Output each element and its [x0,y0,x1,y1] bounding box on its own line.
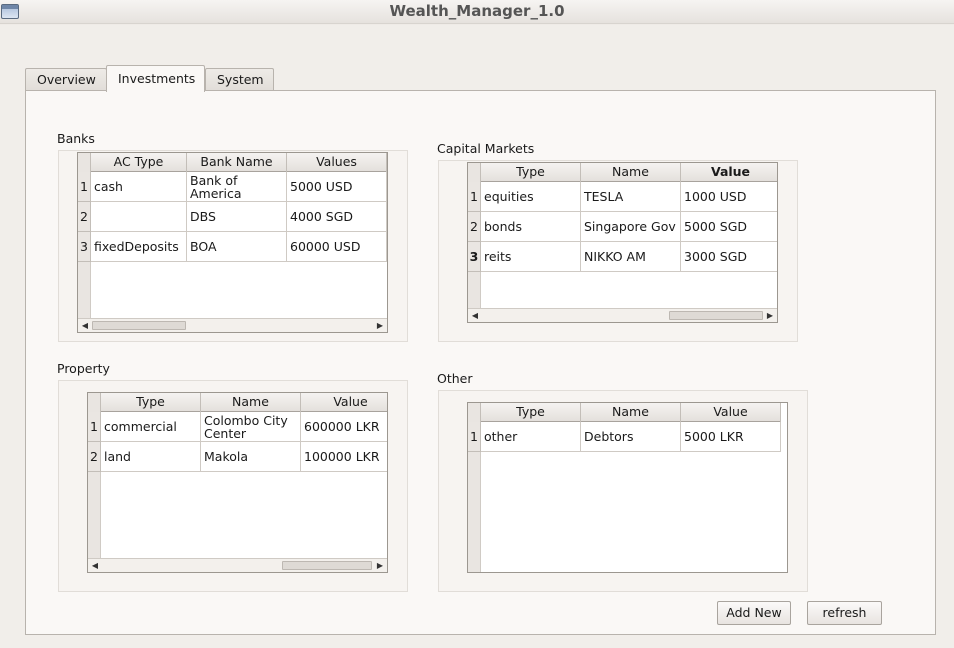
cm-col-name[interactable]: Name [581,163,681,182]
table-cell[interactable]: NIKKO AM [581,242,681,272]
property-table[interactable]: Type Name Value 1 commercial Colombo Cit… [87,392,388,573]
row-number[interactable]: 1 [88,412,101,442]
capital-markets-table[interactable]: Type Name Value 1 equities TESLA 1000 US… [467,162,778,323]
row-number[interactable]: 3 [78,232,91,262]
table-cell[interactable]: 5000 SGD [681,212,777,242]
window-titlebar: Wealth_Manager_1.0 [0,0,954,24]
arrow-right-icon[interactable]: ▶ [373,559,387,572]
other-table[interactable]: Type Name Value 1 other Debtors 5000 LKR [467,402,788,573]
property-col-name[interactable]: Name [201,393,301,412]
property-col-value[interactable]: Value [301,393,387,412]
arrow-left-icon[interactable]: ◀ [78,319,92,332]
other-col-type[interactable]: Type [481,403,581,422]
table-cell[interactable]: Debtors [581,422,681,452]
property-hscrollbar[interactable]: ◀ ▶ [88,558,387,572]
scroll-thumb[interactable] [282,561,372,570]
table-cell[interactable]: Bank of America [187,172,287,202]
table-cell[interactable]: Colombo City Center [201,412,301,442]
arrow-right-icon[interactable]: ▶ [373,319,387,332]
table-cell[interactable]: 60000 USD [287,232,387,262]
tab-system[interactable]: System [205,68,274,91]
table-cell[interactable]: 100000 LKR [301,442,387,472]
table-cell[interactable]: equities [481,182,581,212]
table-row[interactable]: 1 commercial Colombo City Center 600000 … [88,412,387,442]
table-cell[interactable]: bonds [481,212,581,242]
row-number[interactable]: 2 [78,202,91,232]
other-col-name[interactable]: Name [581,403,681,422]
table-cell[interactable]: land [101,442,201,472]
banks-col-values[interactable]: Values [287,153,387,172]
scroll-thumb[interactable] [669,311,763,320]
window-title: Wealth_Manager_1.0 [389,2,565,20]
tab-investments[interactable]: Investments [106,65,205,92]
table-cell[interactable]: 600000 LKR [301,412,387,442]
table-cell[interactable]: 3000 SGD [681,242,777,272]
table-row[interactable]: 1 equities TESLA 1000 USD [468,182,777,212]
table-cell[interactable]: 4000 SGD [287,202,387,232]
table-row[interactable]: 1 other Debtors 5000 LKR [468,422,781,452]
table-cell[interactable]: fixedDeposits [91,232,187,262]
property-col-type[interactable]: Type [101,393,201,412]
table-cell[interactable]: Singapore Gov [581,212,681,242]
table-cell[interactable]: cash [91,172,187,202]
other-col-value[interactable]: Value [681,403,781,422]
row-number[interactable]: 1 [78,172,91,202]
banks-hscrollbar[interactable]: ◀ ▶ [78,318,387,332]
table-cell[interactable]: 5000 LKR [681,422,781,452]
tab-overview[interactable]: Overview [25,68,107,91]
banks-label: Banks [57,131,95,146]
cm-col-type[interactable]: Type [481,163,581,182]
cm-col-value[interactable]: Value [681,163,777,182]
table-row[interactable]: 2 bonds Singapore Gov 5000 SGD [468,212,777,242]
table-cell[interactable]: TESLA [581,182,681,212]
table-cell[interactable]: DBS [187,202,287,232]
add-new-button[interactable]: Add New [717,601,791,625]
table-cell[interactable]: commercial [101,412,201,442]
table-cell[interactable]: other [481,422,581,452]
row-number[interactable]: 2 [88,442,101,472]
table-cell[interactable]: 5000 USD [287,172,387,202]
table-row[interactable]: 3 reits NIKKO AM 3000 SGD [468,242,777,272]
scroll-thumb[interactable] [92,321,186,330]
banks-col-bankname[interactable]: Bank Name [187,153,287,172]
table-row[interactable]: 2 DBS 4000 SGD [78,202,387,232]
banks-table[interactable]: AC Type Bank Name Values 1 cash Bank of … [77,152,388,333]
banks-col-actype[interactable]: AC Type [91,153,187,172]
row-number[interactable]: 2 [468,212,481,242]
table-row[interactable]: 1 cash Bank of America 5000 USD [78,172,387,202]
table-cell[interactable] [91,202,187,232]
table-cell[interactable]: Makola [201,442,301,472]
table-cell[interactable]: 1000 USD [681,182,777,212]
table-cell[interactable]: reits [481,242,581,272]
other-label: Other [437,371,473,386]
row-number[interactable]: 1 [468,422,481,452]
arrow-left-icon[interactable]: ◀ [88,559,102,572]
row-number[interactable]: 1 [468,182,481,212]
cm-hscrollbar[interactable]: ◀ ▶ [468,308,777,322]
property-label: Property [57,361,110,376]
row-number[interactable]: 3 [468,242,481,272]
investments-panel: Banks AC Type Bank Name Values 1 cash Ba… [25,90,936,635]
arrow-right-icon[interactable]: ▶ [763,309,777,322]
table-row[interactable]: 2 land Makola 100000 LKR [88,442,387,472]
arrow-left-icon[interactable]: ◀ [468,309,482,322]
table-row[interactable]: 3 fixedDeposits BOA 60000 USD [78,232,387,262]
capital-markets-label: Capital Markets [437,141,535,156]
refresh-button[interactable]: refresh [807,601,882,625]
table-cell[interactable]: BOA [187,232,287,262]
